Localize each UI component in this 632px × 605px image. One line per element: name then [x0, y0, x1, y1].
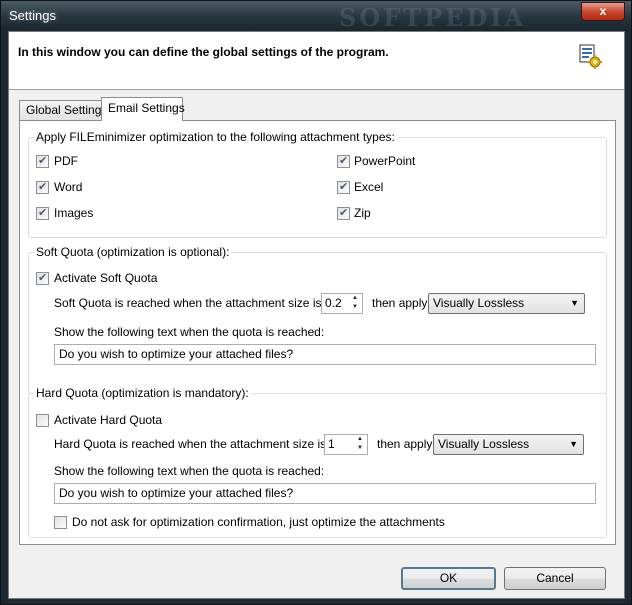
spin-up-icon[interactable]: ▲ — [348, 294, 362, 303]
client-area: In this window you can define the global… — [8, 31, 625, 599]
hard-quota-text-input[interactable]: Do you wish to optimize your attached fi… — [54, 483, 596, 504]
email-settings-panel: Apply FILEminimizer optimization to the … — [19, 120, 616, 545]
tab-email-settings[interactable]: Email Settings — [101, 97, 185, 121]
hard-quota-size-spinner[interactable]: 1 ▲ ▼ — [324, 434, 368, 455]
no-confirmation-label: Do not ask for optimization confirmation… — [72, 515, 445, 529]
hard-quota-label: Hard Quota (optimization is mandatory): — [34, 386, 251, 400]
pdf-checkbox[interactable] — [36, 154, 49, 168]
cancel-button[interactable]: Cancel — [504, 567, 606, 590]
pdf-label: PDF — [54, 154, 78, 168]
soft-quota-text-input[interactable]: Do you wish to optimize your attached fi… — [54, 344, 596, 365]
soft-quota-apply-label: then apply: — [372, 296, 431, 310]
spin-up-icon[interactable]: ▲ — [353, 435, 367, 444]
hard-quota-size-value: 1 — [328, 437, 335, 451]
watermark: SOFTPEDIA — [339, 3, 527, 32]
images-checkbox[interactable] — [36, 206, 49, 220]
soft-quota-group: Soft Quota (optimization is optional): A… — [28, 245, 607, 394]
attachment-types-label: Apply FILEminimizer optimization to the … — [34, 130, 397, 144]
activate-soft-quota-label: Activate Soft Quota — [54, 271, 158, 285]
close-icon: x — [599, 4, 607, 18]
chevron-down-icon: ▼ — [569, 439, 578, 449]
chevron-down-icon: ▼ — [570, 298, 579, 308]
hard-quota-size-label: Hard Quota is reached when the attachmen… — [54, 437, 351, 451]
settings-gear-icon — [579, 44, 602, 69]
zip-checkbox[interactable] — [337, 206, 350, 220]
hard-quota-text-label: Show the following text when the quota i… — [54, 464, 325, 478]
hard-quota-apply-value: Visually Lossless — [438, 437, 530, 451]
ok-button[interactable]: OK — [401, 567, 496, 590]
soft-quota-apply-value: Visually Lossless — [433, 296, 525, 310]
powerpoint-label: PowerPoint — [354, 154, 416, 168]
window-title: Settings — [9, 8, 56, 23]
attachment-types-group: Apply FILEminimizer optimization to the … — [28, 130, 607, 238]
activate-soft-quota-checkbox[interactable] — [36, 271, 49, 285]
hard-quota-apply-label: then apply: — [377, 437, 436, 451]
tab-global-settings[interactable]: Global Settings — [19, 100, 107, 120]
close-button[interactable]: x — [581, 2, 625, 21]
word-label: Word — [54, 180, 83, 194]
soft-quota-label: Soft Quota (optimization is optional): — [34, 245, 232, 259]
hard-quota-spin-buttons: ▲ ▼ — [353, 435, 367, 454]
spin-down-icon[interactable]: ▼ — [348, 303, 362, 312]
activate-hard-quota-label: Activate Hard Quota — [54, 413, 163, 427]
powerpoint-checkbox[interactable] — [337, 154, 350, 168]
soft-quota-apply-select[interactable]: Visually Lossless ▼ — [428, 293, 585, 314]
hard-quota-group: Hard Quota (optimization is mandatory): … — [28, 386, 607, 538]
soft-quota-size-value: 0.2 — [325, 296, 342, 310]
zip-label: Zip — [354, 206, 371, 220]
soft-quota-size-label: Soft Quota is reached when the attachmen… — [54, 296, 347, 310]
soft-quota-text-label: Show the following text when the quota i… — [54, 325, 325, 339]
images-label: Images — [54, 206, 94, 220]
hard-quota-apply-select[interactable]: Visually Lossless ▼ — [433, 434, 584, 455]
title-bar[interactable]: Settings SOFTPEDIA x — [1, 1, 631, 32]
spin-down-icon[interactable]: ▼ — [353, 444, 367, 453]
word-checkbox[interactable] — [36, 180, 49, 194]
excel-checkbox[interactable] — [337, 180, 350, 194]
activate-hard-quota-checkbox[interactable] — [36, 414, 49, 427]
header-description: In this window you can define the global… — [18, 45, 389, 59]
soft-quota-spin-buttons: ▲ ▼ — [348, 294, 362, 313]
soft-quota-size-spinner[interactable]: 0.2 ▲ ▼ — [321, 293, 363, 314]
settings-window: Settings SOFTPEDIA x In this window you … — [0, 0, 632, 605]
excel-label: Excel — [354, 180, 384, 194]
no-confirmation-checkbox[interactable] — [54, 516, 67, 529]
header-banner: In this window you can define the global… — [9, 32, 624, 90]
